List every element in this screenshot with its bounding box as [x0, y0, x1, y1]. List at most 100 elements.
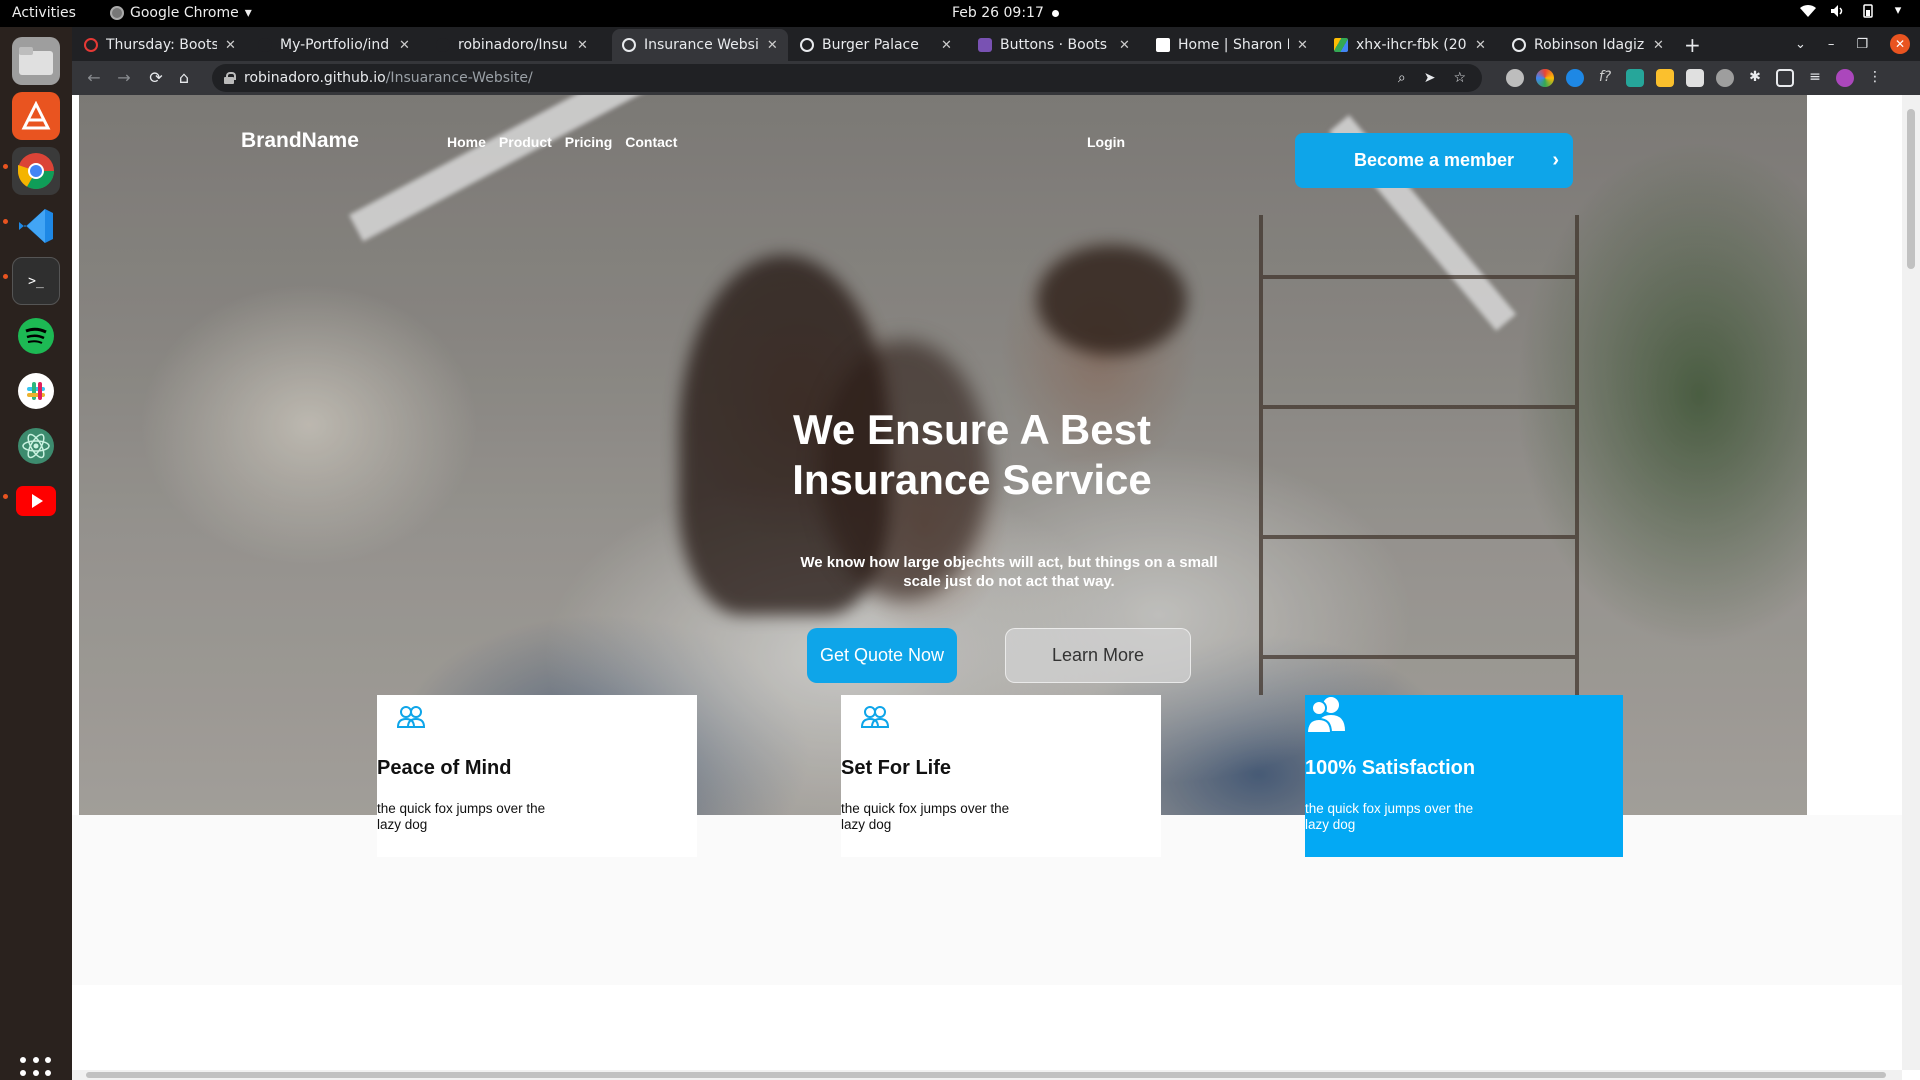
feature-title: Set For Life	[841, 757, 952, 779]
formula-extension-icon[interactable]: f?	[1596, 69, 1614, 87]
tab-favicon-icon	[436, 38, 450, 52]
scrollbar-thumb[interactable]	[86, 1072, 1886, 1078]
puzzle-extensions-icon[interactable]: ✱	[1746, 69, 1764, 87]
restore-icon[interactable]: ❐	[1856, 37, 1868, 52]
tab-active[interactable]: Insurance Websi ✕	[612, 29, 788, 61]
vertical-scrollbar[interactable]	[1902, 95, 1920, 1070]
battery-icon	[1860, 4, 1876, 18]
slack-app-icon[interactable]	[12, 367, 60, 415]
color-picker-extension-icon[interactable]	[1536, 69, 1554, 87]
tab-close-icon[interactable]: ✕	[1119, 38, 1130, 53]
address-bar[interactable]: robinadoro.github.io/Insuarance-Website/…	[212, 64, 1482, 92]
notes-extension-icon[interactable]	[1686, 69, 1704, 87]
tab-close-icon[interactable]: ✕	[225, 38, 236, 53]
activities-button[interactable]: Activities	[12, 5, 76, 21]
tab[interactable]: xhx-ihcr-fbk (202 ✕	[1324, 29, 1496, 61]
show-applications-icon[interactable]	[20, 1057, 52, 1080]
clock[interactable]: Feb 26 09:17	[952, 5, 1044, 21]
tab-close-icon[interactable]: ✕	[577, 38, 588, 53]
tab-title: Robinson Idagiz	[1534, 37, 1645, 53]
horizontal-scrollbar[interactable]	[72, 1070, 1902, 1080]
learn-more-button[interactable]: Learn More	[1005, 628, 1191, 683]
minimize-icon[interactable]: –	[1828, 37, 1835, 52]
scrollbar-thumb[interactable]	[1907, 109, 1915, 269]
tab-title: Burger Palace	[822, 37, 919, 53]
running-indicator	[3, 274, 8, 279]
wifi-icon	[1800, 4, 1816, 18]
back-arrow-icon[interactable]: ←	[84, 68, 104, 88]
become-member-button[interactable]: Become a member ›	[1295, 133, 1573, 188]
atom-app-icon[interactable]	[12, 422, 60, 470]
zoom-search-icon[interactable]: ⌕	[1398, 70, 1406, 86]
app-menu-label: Google Chrome	[130, 5, 239, 21]
wix-icon	[1156, 38, 1170, 52]
tab-close-icon[interactable]: ✕	[941, 38, 952, 53]
chrome-window: Thursday: Boots ✕ My-Portfolio/ind ✕ rob…	[72, 27, 1920, 1080]
circle-extension-icon[interactable]	[1716, 69, 1734, 87]
kebab-menu-icon[interactable]: ⋮	[1866, 69, 1884, 87]
get-quote-button[interactable]: Get Quote Now	[807, 628, 957, 683]
become-member-label: Become a member	[1353, 150, 1515, 170]
tab-close-icon[interactable]: ✕	[1475, 38, 1486, 53]
users-icon	[396, 705, 426, 734]
drop-extension-icon[interactable]	[1566, 69, 1584, 87]
camera-extension-icon[interactable]	[1506, 69, 1524, 87]
spotify-app-icon[interactable]	[12, 312, 60, 360]
close-window-icon[interactable]: ✕	[1890, 34, 1910, 54]
vscode-app-icon[interactable]	[12, 202, 60, 250]
tab-title: robinadoro/Insu	[458, 37, 568, 53]
hero-subtext: We know how large objechts will act, but…	[800, 554, 1218, 590]
nav-contact[interactable]: Contact	[625, 134, 677, 150]
tab-close-icon[interactable]: ✕	[1297, 38, 1308, 53]
app-menu[interactable]: Google Chrome ▾	[110, 5, 252, 21]
tab[interactable]: My-Portfolio/ind ✕	[248, 29, 420, 61]
forward-arrow-icon[interactable]: →	[114, 68, 134, 88]
new-tab-plus-icon[interactable]: +	[1684, 33, 1701, 57]
system-tray[interactable]: ▾	[1800, 4, 1906, 18]
login-link[interactable]: Login	[1087, 134, 1125, 150]
tab-favicon-icon	[258, 38, 272, 52]
brand-logo[interactable]: BrandName	[241, 129, 359, 153]
ubuntu-dock: >_	[0, 27, 72, 1080]
tab-search-chevron-icon[interactable]: ⌄	[1795, 37, 1806, 52]
chrome-app-icon[interactable]	[12, 147, 60, 195]
tab[interactable]: Thursday: Boots ✕	[74, 29, 246, 61]
tab-favicon-icon	[84, 38, 98, 52]
feature-text: the quick fox jumps over the lazy dog	[841, 801, 1010, 832]
tab[interactable]: Buttons · Boots ✕	[968, 29, 1140, 61]
bookmark-star-icon[interactable]: ☆	[1453, 70, 1466, 86]
tab[interactable]: Robinson Idagiz ✕	[1502, 29, 1674, 61]
url-host: robinadoro.github.io	[244, 70, 386, 86]
nav-home[interactable]: Home	[447, 134, 486, 150]
globe-icon	[800, 38, 814, 52]
cast-icon[interactable]	[1776, 69, 1794, 87]
tab-close-icon[interactable]: ✕	[767, 38, 778, 53]
feature-text: the quick fox jumps over the lazy dog	[1305, 801, 1474, 832]
volume-icon	[1830, 4, 1846, 18]
nav-pricing[interactable]: Pricing	[565, 134, 612, 150]
tab[interactable]: Home | Sharon E ✕	[1146, 29, 1318, 61]
hero-headline: We Ensure A Best Insurance Service	[792, 406, 1152, 503]
tab[interactable]: Burger Palace ✕	[790, 29, 962, 61]
caret-down-icon: ▾	[244, 5, 252, 21]
reading-list-icon[interactable]: ≡	[1806, 69, 1824, 87]
terminal-prompt-icon: >_	[28, 273, 44, 289]
profile-avatar-icon[interactable]	[1836, 69, 1854, 87]
tab-close-icon[interactable]: ✕	[399, 38, 410, 53]
terminal-app-icon[interactable]: >_	[12, 257, 60, 305]
software-app-icon[interactable]	[12, 92, 60, 140]
nav-product[interactable]: Product	[499, 134, 552, 150]
todo-extension-icon[interactable]	[1656, 69, 1674, 87]
files-app-icon[interactable]	[12, 37, 60, 85]
google-drive-icon	[1334, 38, 1348, 52]
youtube-app-icon[interactable]	[12, 477, 60, 525]
reload-icon[interactable]: ⟳	[146, 68, 166, 88]
tab[interactable]: robinadoro/Insu ✕	[426, 29, 598, 61]
running-indicator	[3, 164, 8, 169]
tab-close-icon[interactable]: ✕	[1653, 38, 1664, 53]
hummingbird-extension-icon[interactable]	[1626, 69, 1644, 87]
home-icon[interactable]: ⌂	[174, 68, 194, 88]
feature-text: the quick fox jumps over the lazy dog	[377, 801, 546, 832]
send-to-device-icon[interactable]: ➤	[1424, 70, 1436, 86]
feature-card-highlighted: 100% Satisfaction the quick fox jumps ov…	[1305, 695, 1623, 857]
